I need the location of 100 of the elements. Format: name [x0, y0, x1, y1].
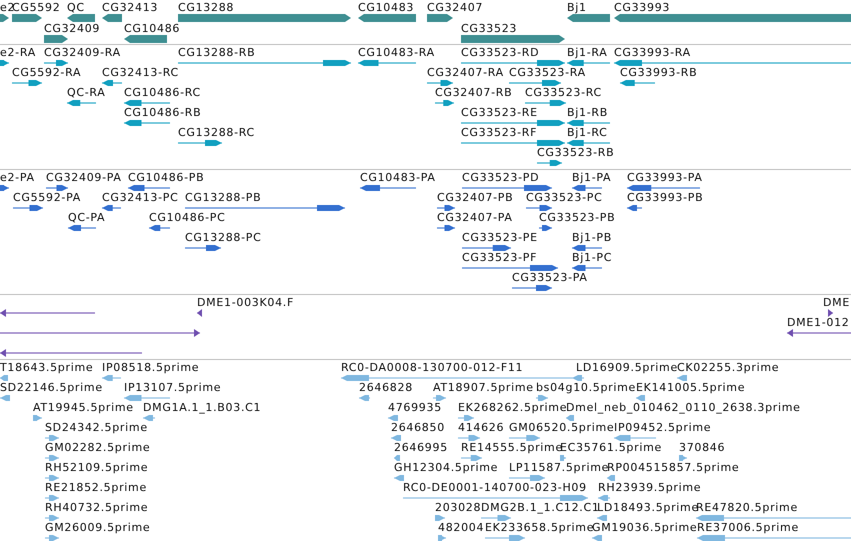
feature-label: CG32413	[102, 2, 158, 14]
feature-label: CG10483-RA	[358, 47, 435, 59]
feature-label: CG32407-RA	[427, 67, 504, 79]
feature-label: CG10486-PC	[149, 212, 226, 224]
feature-label: CG13288-PB	[185, 192, 262, 204]
feature-label: GH12304.5prime	[394, 462, 498, 474]
feature-label: CG32407-PB	[437, 192, 514, 204]
feature-label: CG32407	[427, 2, 484, 14]
feature-label: CG33523-RC	[525, 87, 602, 99]
feature-label: Bj1-RA	[567, 47, 608, 59]
feature-label: EK268262.5prime	[458, 402, 568, 414]
feature-label: SD22146.5prime	[0, 382, 103, 394]
feature-label: AT18907.5prime	[433, 382, 534, 394]
feature-label: Bj1-PA	[572, 172, 612, 184]
feature-label: CG32407-RB	[435, 87, 512, 99]
feature-label: QC-PA	[68, 212, 106, 224]
feature-label: CG10483-PA	[360, 172, 436, 184]
feature-label: 414626	[458, 422, 504, 434]
feature-label: EK233658.5prime	[485, 522, 594, 534]
feature-label: 2646995	[394, 442, 448, 454]
feature-label: CK02255.3prime	[677, 362, 780, 374]
feature-label: GM06520.5prime	[509, 422, 614, 434]
feature-label: CG33993-RA	[614, 47, 691, 59]
feature-label: RE47820.5prime	[696, 502, 798, 514]
feature-label: LP11587.5prime	[509, 462, 610, 474]
feature-label: 2646850	[391, 422, 445, 434]
feature-label: CG10486	[124, 23, 180, 35]
feature-label: IP09452.5prime	[614, 422, 712, 434]
feature-label: CG32409-RA	[44, 47, 121, 59]
feature-label: CG33523-RE	[461, 107, 538, 119]
feature-label: CG10486-RC	[124, 87, 201, 99]
feature-label: bs04g10.5prime	[536, 382, 636, 394]
feature-label: CG13288-PC	[185, 232, 262, 244]
feature-label: GM26009.5prime	[45, 522, 150, 534]
feature-label: CG33523-RD	[461, 47, 540, 59]
feature-label: Bj1-RC	[567, 127, 608, 139]
feature-label: CG33523-RB	[537, 147, 614, 159]
feature-label: CG5592-PA	[13, 192, 81, 204]
feature-label: CG5592	[12, 2, 60, 14]
feature-label: RH40732.5prime	[45, 502, 148, 514]
feature-label: DME1-012	[787, 317, 850, 329]
feature-label: RH23939.5prime	[598, 482, 702, 494]
feature-label: CG10486-PB	[128, 172, 204, 184]
feature-label: e2-RA	[0, 47, 36, 59]
feature-label: e2-PA	[0, 172, 35, 184]
feature-label: DME	[823, 297, 850, 309]
feature-label: RC0-DE0001-140700-023-H09	[403, 482, 587, 494]
feature-label: CG33523-RF	[461, 127, 538, 139]
feature-label: CG32407-PA	[437, 212, 513, 224]
feature-label: CG32409-PA	[46, 172, 122, 184]
feature-label: CG32413-RC	[102, 67, 179, 79]
feature-label: Bj1-PC	[572, 252, 612, 264]
feature-label: CG33993-RB	[620, 67, 698, 79]
feature-label: CG5592-RA	[12, 67, 82, 79]
feature-label: CG33523-RA	[509, 67, 586, 79]
feature-label: 2646828	[359, 382, 413, 394]
feature-label: Bj1-RB	[567, 107, 608, 119]
feature-label: 482004	[438, 522, 484, 534]
feature-label: Bj1	[567, 2, 587, 14]
feature-label: CG33523-PE	[462, 232, 538, 244]
feature-label: CG33523	[461, 23, 518, 35]
feature-label: CG33523-PA	[512, 272, 588, 284]
feature-label: RH52109.5prime	[45, 462, 148, 474]
feature-label: GM19036.5prime	[592, 522, 698, 534]
feature-label: Bj1-PB	[572, 232, 612, 244]
feature-label: CG32413-PC	[102, 192, 178, 204]
feature-label: CG33523-PB	[539, 212, 616, 224]
feature-label: LD18493.5prime	[597, 502, 699, 514]
feature-label: Dmel_neb_010462_0110_2638.3prime	[566, 402, 801, 414]
feature-label: EK141005.5prime	[636, 382, 746, 394]
feature-label: DMG1A.1_1.B03.C1	[143, 402, 262, 414]
feature-label: T18643.5prime	[0, 362, 94, 374]
feature-label: CG33523-PD	[462, 172, 540, 184]
feature-label: CG33993-PA	[627, 172, 703, 184]
feature-label: RP004515857.5prime	[607, 462, 740, 474]
feature-label: RC0-DA0008-130700-012-F11	[341, 362, 524, 374]
feature-label: CG33993	[614, 2, 670, 14]
feature-label: CG33523-PC	[526, 192, 602, 204]
feature-label: CG33523-PF	[462, 252, 538, 264]
feature-label: IP08518.5prime	[102, 362, 200, 374]
feature-label: RE14555.5prime	[461, 442, 563, 454]
feature-label: EC35761.5prime	[560, 442, 662, 454]
feature-label: GM02282.5prime	[45, 442, 150, 454]
feature-label: QC-RA	[67, 87, 106, 99]
feature-label: SD24342.5prime	[45, 422, 148, 434]
feature-label: CG10483	[358, 2, 414, 14]
feature-label: LD16909.5prime	[576, 362, 678, 374]
feature-label: CG13288	[178, 2, 234, 14]
feature-label: CG10486-RB	[124, 107, 202, 119]
feature-label: IP13107.5prime	[124, 382, 222, 394]
feature-label: RE37006.5prime	[697, 522, 799, 534]
feature-label: 370846	[679, 442, 726, 454]
feature-label: CG32409	[44, 23, 100, 35]
feature-label: RE21852.5prime	[45, 482, 147, 494]
feature-label: 4769935	[388, 402, 442, 414]
feature-label: 203028	[435, 502, 482, 514]
feature-label: AT19945.5prime	[33, 402, 134, 414]
feature-label: CG13288-RB	[178, 47, 256, 59]
feature-label: DME1-003K04.F	[197, 297, 294, 309]
feature-label: CG13288-RC	[178, 127, 255, 139]
